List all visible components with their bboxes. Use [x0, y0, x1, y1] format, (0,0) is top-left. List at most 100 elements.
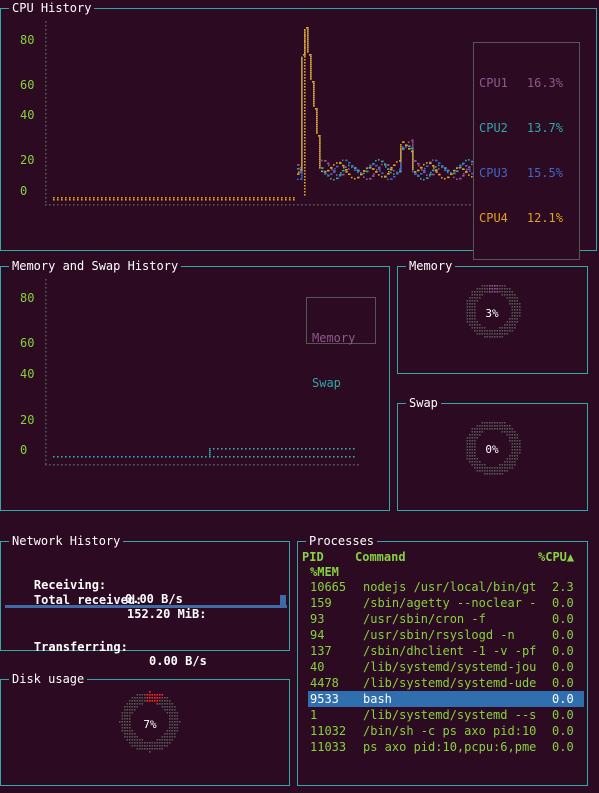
donut-dot [516, 455, 519, 457]
donut-dot [146, 742, 149, 744]
cpu-line-dot [304, 95, 306, 97]
cpu-line-dot [373, 168, 375, 170]
cpu-line-dot [310, 78, 312, 80]
mem-axis-dot [197, 464, 199, 466]
swap-donut [466, 422, 521, 475]
process-row[interactable]: 93/usr/sbin/cron -f 0.0 [308, 611, 584, 627]
cpu-column-header[interactable]: %CPU▲ [538, 550, 574, 564]
cpu-legend-item: CPU3 15.5% [479, 166, 563, 180]
donut-dot [499, 464, 501, 466]
swap-line-dot [305, 456, 307, 458]
cpu-line-dot [400, 154, 402, 156]
donut-dot [179, 721, 181, 723]
cpu-axis-dot [293, 204, 295, 206]
donut-dot [166, 703, 169, 705]
donut-dot [514, 306, 516, 308]
donut-dot [139, 703, 141, 705]
cpu-line-dot [412, 139, 414, 142]
process-row[interactable]: 4478/lib/systemd/systemd-ude 0.0 [308, 675, 584, 691]
cpu-line-dot [456, 167, 458, 170]
swap-line-dot [213, 456, 215, 458]
process-row[interactable]: 159/sbin/agetty --noclear -0.0 [308, 595, 584, 611]
cpu-axis-dot [333, 204, 335, 206]
donut-dot [516, 458, 519, 460]
donut-dot [126, 709, 129, 711]
cpu-line-dot [348, 168, 350, 170]
donut-dot [501, 333, 504, 335]
donut-dot [164, 700, 166, 702]
donut-dot [504, 428, 506, 430]
donut-dot [144, 742, 146, 744]
donut-dot [486, 422, 489, 424]
process-row[interactable]: 11032/bin/sh -c ps axo pid:10 0.0 [308, 723, 584, 739]
cpu-line-dot [379, 166, 381, 169]
donut-dot [134, 733, 136, 735]
process-row[interactable]: 40/lib/systemd/systemd-jou 0.0 [308, 659, 584, 675]
cpu-line-dot [328, 164, 330, 167]
process-row[interactable]: 137/sbin/dhclient -1 -v -pf 0.0 [308, 643, 584, 659]
command-column-header[interactable]: Command [355, 550, 406, 564]
cpu-axis-dot [209, 204, 211, 206]
cpu-axis-dot [205, 204, 207, 206]
cpu-line-dot [81, 197, 83, 199]
cpu-line-dot [447, 171, 449, 174]
process-row[interactable]: 1/lib/systemd/systemd --s 0.0 [308, 707, 584, 723]
process-row[interactable]: 10665 nodejs /usr/local/bin/gt 2.3 [308, 579, 584, 595]
cpu-line-dot [241, 197, 243, 199]
donut-dot [471, 324, 474, 326]
cpu-line-dot [249, 199, 251, 201]
cpu-line-dot [468, 174, 470, 176]
cpu-line-dot [376, 168, 378, 171]
pid-column-header[interactable]: PID [302, 550, 324, 564]
cpu-line-dot [301, 111, 303, 113]
donut-dot [491, 467, 494, 469]
cpu-line-dot [105, 199, 107, 201]
donut-dot [481, 333, 484, 335]
donut-dot [519, 440, 521, 442]
cpu-axis-dot [153, 204, 155, 206]
swap-line-dot [133, 456, 135, 458]
donut-dot [136, 736, 139, 738]
process-row[interactable]: 11033 ps axo pid:10,pcpu:6,pme 0.0 [308, 739, 584, 755]
cpu-line-dot [364, 170, 366, 172]
cpu-line-dot [307, 35, 309, 37]
mem-axis-dot [45, 323, 47, 325]
cpu-legend-item: CPU2 13.7% [479, 121, 563, 135]
donut-dot [124, 733, 126, 735]
mem-column-header[interactable]: %MEM [310, 565, 339, 579]
cpu-line-dot [213, 197, 215, 199]
cpu-axis-dot [105, 204, 107, 206]
mem-axis-dot [353, 464, 355, 466]
cpu-axis-dot [341, 204, 343, 206]
mem-axis-dot [253, 464, 255, 466]
swap-line-dot [57, 456, 59, 458]
process-row[interactable]: 94/usr/sbin/rsyslogd -n 0.0 [308, 627, 584, 643]
cpu-axis-dot [45, 201, 47, 203]
donut-dot [506, 324, 509, 326]
cpu-line-dot [406, 144, 408, 147]
cpu-line-dot [360, 171, 362, 174]
cpu-axis-dot [465, 204, 467, 206]
donut-dot [509, 303, 511, 305]
cpu-line-dot [304, 56, 306, 58]
donut-dot [476, 294, 479, 296]
donut-dot [516, 318, 519, 320]
process-pid: 93 [310, 612, 325, 626]
process-row[interactable]: 9533 bash 0.0 [308, 691, 584, 707]
mem-axis-dot [193, 464, 195, 466]
cpu-line-dot [113, 197, 115, 199]
donut-dot [156, 697, 159, 699]
memory-donut [466, 285, 521, 338]
cpu-line-dot [229, 197, 231, 199]
cpu-axis-dot [45, 29, 47, 31]
cpu-line-dot [304, 134, 306, 136]
cpu-line-dot [301, 87, 303, 89]
donut-dot [501, 285, 504, 287]
cpu-axis-dot [321, 204, 323, 206]
donut-dot [509, 467, 511, 469]
memory-line-dot [277, 448, 279, 450]
donut-dot [491, 291, 494, 293]
cpu-line-dot [289, 199, 291, 201]
donut-dot [169, 739, 171, 741]
donut-dot [134, 745, 136, 747]
